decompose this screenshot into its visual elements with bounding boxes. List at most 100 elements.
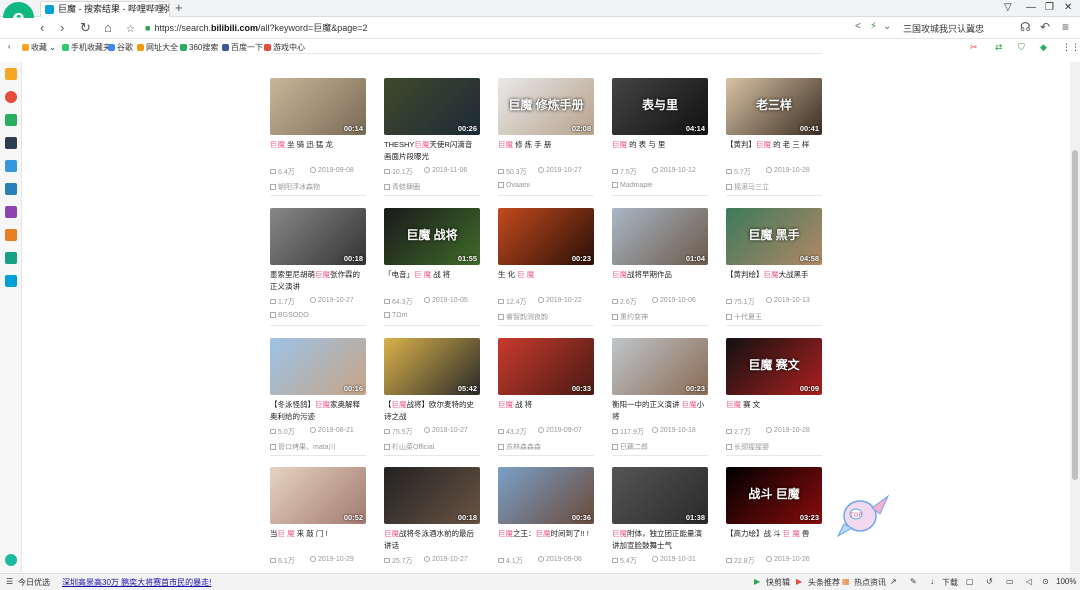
shield-icon[interactable]: ⛉: [1018, 42, 1025, 53]
payment-icon[interactable]: [5, 275, 17, 287]
translate-icon[interactable]: ⇄: [995, 42, 1003, 53]
video-thumbnail[interactable]: 巨魔 赛文 00:09: [726, 338, 822, 395]
share-icon[interactable]: <: [855, 21, 861, 32]
skin-icon[interactable]: ▽: [1004, 2, 1012, 13]
video-title[interactable]: 巨魔之王：巨魔时间到了!! !: [498, 528, 592, 552]
gamepad-icon[interactable]: ◆: [1040, 42, 1047, 53]
tab-bilibili-search[interactable]: 巨魔 - 搜索结果 - 哔哩哔哩弹幕 ×: [40, 1, 170, 17]
video-card[interactable]: 00:18 巨魔战将冬泳酒水前的最后 讲话 25.7万 2019-10-27: [384, 467, 480, 585]
video-thumbnail[interactable]: 00:36: [498, 467, 594, 524]
zoom-icon[interactable]: ⊙: [1042, 577, 1049, 586]
quick-edit[interactable]: 快剪辑: [766, 577, 790, 588]
uploader[interactable]: Ovaaini: [498, 182, 594, 189]
video-card[interactable]: 00:52 当巨 魔 来 敲 门 ! 6.1万 2019-10-29: [270, 467, 366, 585]
headset-icon[interactable]: ☊: [1020, 20, 1031, 34]
video-title[interactable]: 生 化 巨 魔: [498, 269, 592, 293]
video-card[interactable]: 05:42 【巨魔战将】欧尔麦特的史 诗之战 75.5万 2019-10-27 杉山菜O…: [384, 338, 480, 456]
uploader[interactable]: 睿智韵测良韵: [498, 312, 594, 322]
hot-search-word[interactable]: 三国攻城我只认冀忠: [903, 22, 1013, 35]
favorites-sidebar-icon[interactable]: [5, 68, 17, 80]
uploader[interactable]: 杉山菜Official: [384, 442, 480, 452]
uploader[interactable]: TΩm: [384, 312, 480, 319]
back-to-top-mascot[interactable]: TOP: [836, 490, 892, 542]
app-store-icon[interactable]: [5, 252, 17, 264]
video-title[interactable]: 巨魔战将冬泳酒水前的最后 讲话: [384, 528, 478, 552]
uploader[interactable]: 长颈猩猩婴: [726, 442, 822, 452]
restore-tab-icon[interactable]: ↺: [986, 577, 993, 586]
video-title[interactable]: 【黄判绘】巨魔大战黑手: [726, 269, 820, 293]
video-card[interactable]: 00:16 【冬泳怪鸽】巨魔家奥解释 奥利给的污迹 5.0万 2019-08-21 管口…: [270, 338, 366, 456]
chevron-down-icon[interactable]: ⌄: [883, 21, 891, 32]
uploader[interactable]: 管口烤果、mata川: [270, 442, 366, 452]
video-title[interactable]: 衡阳一中的正义演讲 巨魔小将: [612, 399, 706, 423]
video-thumbnail[interactable]: 00:26: [384, 78, 480, 135]
app-icon[interactable]: [5, 206, 17, 218]
uploader[interactable]: 巳藕二郎: [612, 442, 708, 452]
video-title[interactable]: 墨索里尼胡萌巨魔张作霖的 正义演讲: [270, 269, 364, 293]
bookmark-item[interactable]: 360搜索: [180, 42, 218, 53]
speed-mode-icon[interactable]: ⚡: [870, 21, 877, 32]
video-thumbnail[interactable]: 00:23: [612, 338, 708, 395]
bookmark-item[interactable]: 手机收藏夹: [62, 42, 111, 53]
grid-icon[interactable]: ⋮⋮: [1062, 42, 1080, 53]
mail-icon[interactable]: [5, 114, 17, 126]
video-card[interactable]: 00:23 衡阳一中的正义演讲 巨魔小将 117.9万 2019-10-18 巳藕二郎: [612, 338, 708, 456]
video-title[interactable]: 【巨魔战将】欧尔麦特的史 诗之战: [384, 399, 478, 423]
uploader[interactable]: BGSODO: [270, 312, 366, 319]
video-thumbnail[interactable]: 战斗 巨魔 03:23: [726, 467, 822, 524]
video-card[interactable]: 00:18 墨索里尼胡萌巨魔张作霖的 正义演讲 1.7万 2019-10-27 BGSO…: [270, 208, 366, 326]
screenshot-icon[interactable]: ▢: [966, 577, 974, 586]
home-icon[interactable]: ⌂: [104, 20, 112, 36]
uploader[interactable]: 青蛙肆圈: [384, 182, 480, 192]
uploader[interactable]: 十代夏王: [726, 312, 822, 322]
video-title[interactable]: 当巨 魔 来 敲 门 !: [270, 528, 364, 552]
video-title[interactable]: 巨魔 赛 文: [726, 399, 820, 423]
minimize-icon[interactable]: —: [1026, 2, 1036, 13]
download-icon[interactable]: ↓: [930, 577, 934, 586]
close-tab-icon[interactable]: ×: [160, 2, 166, 17]
video-title[interactable]: 巨魔 修 炼 手 册: [498, 139, 592, 163]
star-bookmark-icon[interactable]: ☆: [126, 22, 135, 38]
notes-icon[interactable]: [5, 160, 17, 172]
video-thumbnail[interactable]: 00:52: [270, 467, 366, 524]
uploader[interactable]: 朝阳浮冰森物: [270, 182, 366, 192]
video-title[interactable]: THESHY巨魔天使R闪滴音 画面片段曝光: [384, 139, 478, 163]
video-thumbnail[interactable]: 05:42: [384, 338, 480, 395]
forward-icon[interactable]: ›: [60, 20, 64, 36]
game-icon[interactable]: [5, 229, 17, 241]
video-thumbnail[interactable]: 00:14: [270, 78, 366, 135]
pin-icon[interactable]: ✎: [910, 577, 917, 586]
menu-icon[interactable]: ≡: [1062, 20, 1069, 34]
close-window-icon[interactable]: ✕: [1064, 2, 1072, 13]
forward-share-icon[interactable]: ↗: [890, 577, 897, 586]
video-card[interactable]: 00:26 THESHY巨魔天使R闪滴音 画面片段曝光 10.1万 2019-11-0…: [384, 78, 480, 196]
uploader[interactable]: Madmaple: [612, 182, 708, 189]
video-thumbnail[interactable]: 00:18: [384, 467, 480, 524]
page-scrollbar[interactable]: [1070, 62, 1080, 572]
bookmark-item[interactable]: 收藏 ⌄: [22, 42, 56, 53]
video-thumbnail[interactable]: 01:04: [612, 208, 708, 265]
hot-news[interactable]: 热点资讯: [854, 577, 886, 588]
scrollbar-thumb[interactable]: [1072, 150, 1078, 480]
bookmark-item[interactable]: 游戏中心: [264, 42, 305, 53]
speaker-icon[interactable]: ◁: [1026, 577, 1032, 586]
video-card[interactable]: 00:36 巨魔之王：巨魔时间到了!! ! 4.1万 2019-09-06: [498, 467, 594, 585]
video-card[interactable]: 巨魔 战将 01:55 「电音」巨 魔 战 将 64.3万 2019-10-05 TΩm: [384, 208, 480, 326]
bookmark-item[interactable]: 网址大全: [137, 42, 178, 53]
video-title[interactable]: 【高力绘】战 斗 巨 魔 兽: [726, 528, 820, 552]
video-thumbnail[interactable]: 00:18: [270, 208, 366, 265]
bookmarks-toggle-icon[interactable]: ‹: [8, 42, 11, 51]
video-thumbnail[interactable]: 老三样 00:41: [726, 78, 822, 135]
video-card[interactable]: 01:04 巨魔战将早期作品 2.6万 2019-10-06 重约变神: [612, 208, 708, 326]
address-bar[interactable]: ■ https://search.bilibili.com/all?keyword…: [145, 20, 895, 37]
video-title[interactable]: 巨魔 战 将: [498, 399, 592, 423]
video-thumbnail[interactable]: 01:38: [612, 467, 708, 524]
restore-icon[interactable]: ❐: [1045, 2, 1054, 13]
uploader[interactable]: 苏林森森森: [498, 442, 594, 452]
video-card[interactable]: 00:23 生 化 巨 魔 12.4万 2019-10-22 睿智韵测良韵: [498, 208, 594, 326]
headline-recommend[interactable]: 头条推荐: [808, 577, 840, 588]
new-tab-button[interactable]: +: [175, 0, 183, 15]
bookmark-item[interactable]: 百度一下: [222, 42, 263, 53]
video-thumbnail[interactable]: 00:23: [498, 208, 594, 265]
folder-icon[interactable]: [5, 183, 17, 195]
